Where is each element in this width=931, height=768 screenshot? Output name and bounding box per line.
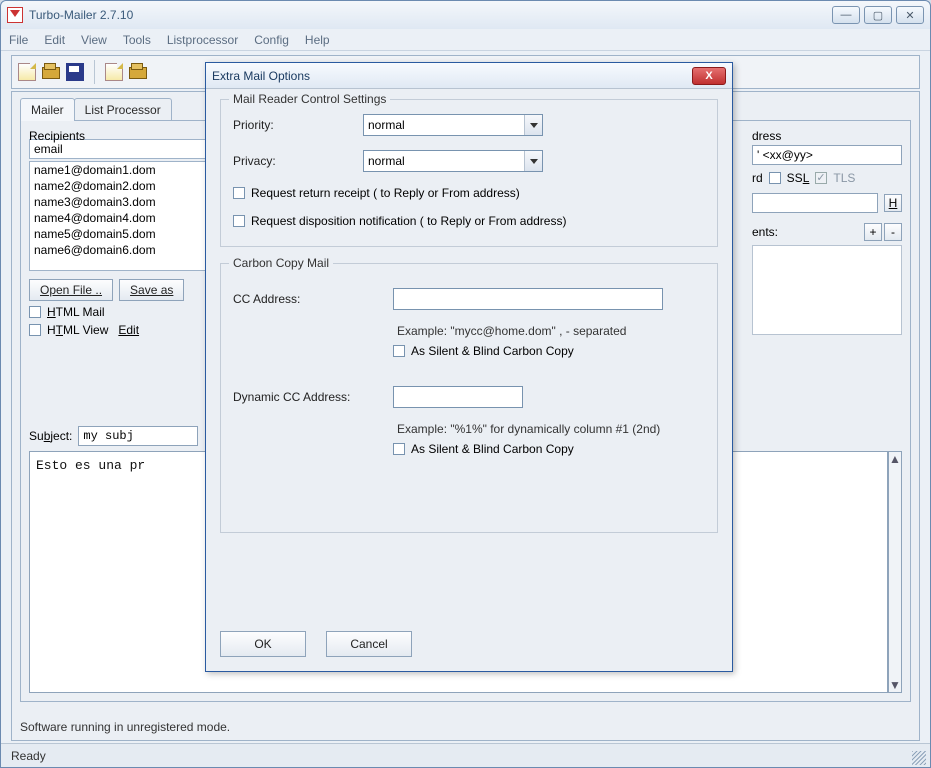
tab-listprocessor[interactable]: List Processor: [74, 98, 172, 121]
h-button[interactable]: H: [884, 194, 902, 212]
menu-config[interactable]: Config: [254, 33, 289, 47]
tls-label: TLS: [833, 171, 855, 185]
priority-select[interactable]: normal: [363, 114, 543, 136]
ssl-checkbox[interactable]: [769, 172, 781, 184]
dynamic-cc-blind-label: As Silent & Blind Carbon Copy: [411, 442, 574, 456]
recipients-label: Recipients: [29, 129, 85, 143]
group-title: Carbon Copy Mail: [229, 256, 333, 270]
save-as-button[interactable]: Save as: [119, 279, 184, 301]
rd-label: rd: [752, 171, 763, 185]
cc-blind-checkbox[interactable]: As Silent & Blind Carbon Copy: [393, 344, 705, 358]
new2-icon[interactable]: [105, 63, 123, 81]
status-text: Ready: [11, 749, 46, 763]
cc-address-input[interactable]: [393, 288, 663, 310]
maximize-button[interactable]: ▢: [864, 6, 892, 24]
dynamic-cc-example: Example: "%1%" for dynamically column #1…: [397, 422, 705, 436]
cc-address-label: CC Address:: [233, 292, 393, 306]
list-item[interactable]: name4@domain4.dom: [30, 210, 208, 226]
statusbar: Ready: [1, 743, 930, 767]
dialog-title: Extra Mail Options: [212, 69, 692, 83]
ssl-label: SSL: [787, 171, 810, 185]
save-icon[interactable]: [66, 63, 84, 81]
recipients-header[interactable]: email: [29, 139, 209, 159]
close-button[interactable]: ✕: [896, 6, 924, 24]
return-receipt-label: Request return receipt ( to Reply or Fro…: [251, 186, 520, 200]
address-input[interactable]: [752, 145, 902, 165]
recipients-list[interactable]: name1@domain1.dom name2@domain2.dom name…: [29, 161, 209, 271]
list-item[interactable]: name3@domain3.dom: [30, 194, 208, 210]
return-receipt-checkbox[interactable]: Request return receipt ( to Reply or Fro…: [233, 186, 705, 200]
menu-view[interactable]: View: [81, 33, 107, 47]
priority-value: normal: [368, 118, 405, 132]
priority-label: Priority:: [233, 118, 363, 132]
scroll-up-icon[interactable]: ▲: [889, 452, 901, 466]
menu-edit[interactable]: Edit: [44, 33, 65, 47]
minus-button[interactable]: -: [884, 223, 902, 241]
menu-help[interactable]: Help: [305, 33, 330, 47]
group-title: Mail Reader Control Settings: [229, 92, 390, 106]
field-input[interactable]: [752, 193, 878, 213]
ok-button[interactable]: OK: [220, 631, 306, 657]
disposition-label: Request disposition notification ( to Re…: [251, 214, 566, 228]
titlebar: Turbo-Mailer 2.7.10 — ▢ ✕: [1, 1, 930, 29]
dynamic-cc-label: Dynamic CC Address:: [233, 390, 393, 404]
mail-reader-group: Mail Reader Control Settings Priority: n…: [220, 99, 718, 247]
dialog-close-button[interactable]: X: [692, 67, 726, 85]
subject-label: Subject:: [29, 429, 72, 443]
menubar: File Edit View Tools Listprocessor Confi…: [1, 29, 930, 51]
subject-input[interactable]: [78, 426, 198, 446]
menu-file[interactable]: File: [9, 33, 28, 47]
attachments-list[interactable]: [752, 245, 902, 335]
plus-button[interactable]: +: [864, 223, 882, 241]
html-view-checkbox[interactable]: HTML View Edit: [29, 323, 209, 337]
edit-link[interactable]: Edit: [118, 323, 139, 337]
list-item[interactable]: name5@domain5.dom: [30, 226, 208, 242]
address-label: dress: [752, 129, 902, 143]
dynamic-cc-input[interactable]: [393, 386, 523, 408]
open-file-button[interactable]: Open File ..: [29, 279, 113, 301]
privacy-select[interactable]: normal: [363, 150, 543, 172]
scroll-down-icon[interactable]: ▼: [889, 678, 901, 692]
open2-icon[interactable]: [129, 63, 147, 81]
inner-status: Software running in unregistered mode.: [20, 720, 230, 734]
html-mail-checkbox[interactable]: HTML Mail: [29, 305, 209, 319]
open-icon[interactable]: [42, 63, 60, 81]
cc-example: Example: "mycc@home.dom" , - separated: [397, 324, 705, 338]
dropdown-arrow-icon[interactable]: [524, 115, 542, 135]
menu-listprocessor[interactable]: Listprocessor: [167, 33, 238, 47]
carbon-copy-group: Carbon Copy Mail CC Address: Example: "m…: [220, 263, 718, 533]
cancel-button[interactable]: Cancel: [326, 631, 412, 657]
list-item[interactable]: name1@domain1.dom: [30, 162, 208, 178]
tls-checkbox: [815, 172, 827, 184]
toolbar-separator: [94, 60, 95, 84]
window-title: Turbo-Mailer 2.7.10: [29, 8, 832, 22]
dropdown-arrow-icon[interactable]: [524, 151, 542, 171]
extra-mail-options-dialog: Extra Mail Options X Mail Reader Control…: [205, 62, 733, 672]
right-panel: dress rd SSL TLS H ents: + -: [752, 129, 902, 335]
app-icon: [7, 7, 23, 23]
ents-label: ents:: [752, 225, 778, 239]
privacy-value: normal: [368, 154, 405, 168]
disposition-checkbox[interactable]: Request disposition notification ( to Re…: [233, 214, 705, 228]
cc-blind-label: As Silent & Blind Carbon Copy: [411, 344, 574, 358]
list-item[interactable]: name6@domain6.dom: [30, 242, 208, 258]
menu-tools[interactable]: Tools: [123, 33, 151, 47]
privacy-label: Privacy:: [233, 154, 363, 168]
list-item[interactable]: name2@domain2.dom: [30, 178, 208, 194]
new-icon[interactable]: [18, 63, 36, 81]
dynamic-cc-blind-checkbox[interactable]: As Silent & Blind Carbon Copy: [393, 442, 705, 456]
minimize-button[interactable]: —: [832, 6, 860, 24]
tab-mailer[interactable]: Mailer: [20, 98, 75, 121]
vertical-scrollbar[interactable]: ▲ ▼: [888, 451, 902, 693]
resize-grip-icon[interactable]: [912, 751, 926, 765]
